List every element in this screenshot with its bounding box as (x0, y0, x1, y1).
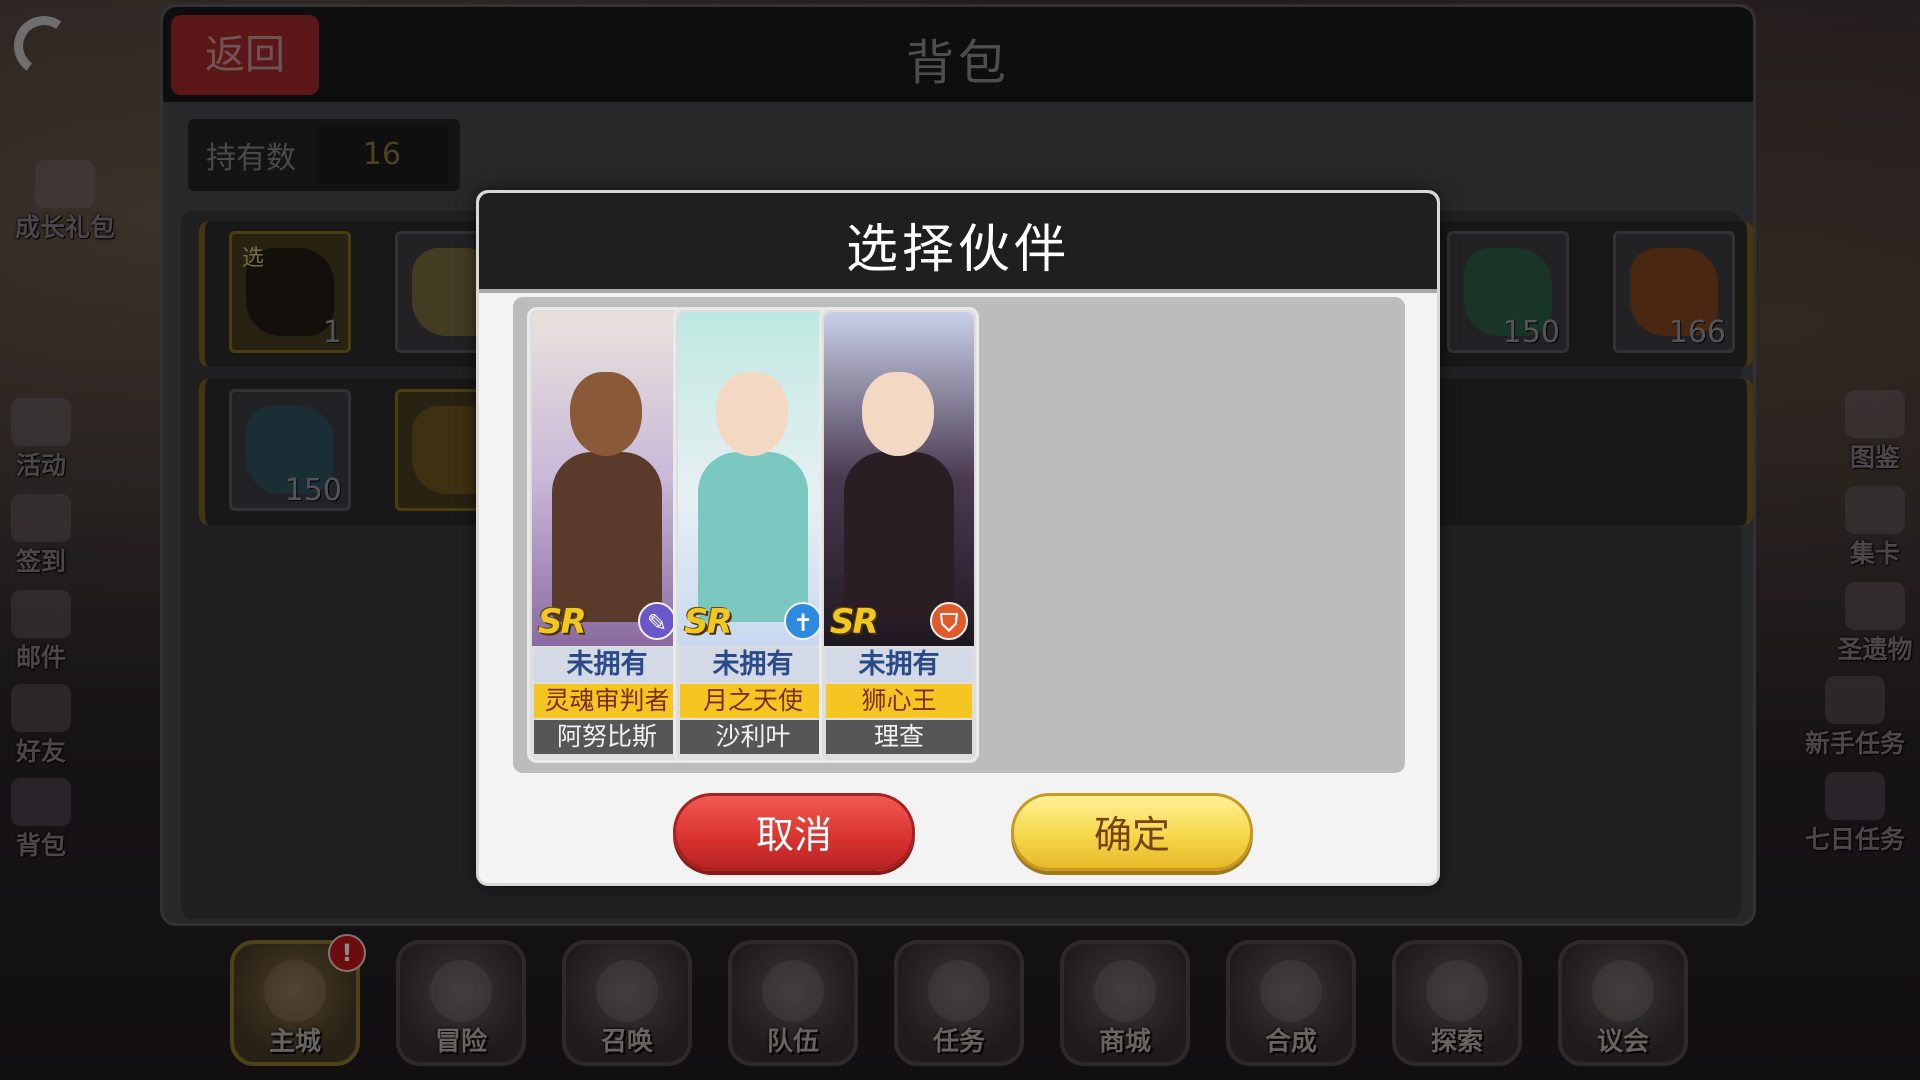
select-partner-dialog: 选择伙伴 SR ✎ 未拥有 灵魂审判者 阿努比斯 SR ✝ 未拥有 月之天使 沙… (476, 190, 1440, 886)
partner-name: 理查 (826, 720, 972, 754)
partner-name: 沙利叶 (680, 720, 826, 754)
rarity-badge: SR (538, 602, 587, 642)
owned-status: 未拥有 (826, 648, 972, 682)
dialog-header: 选择伙伴 (479, 193, 1437, 293)
partner-name: 阿努比斯 (534, 720, 680, 754)
partner-card[interactable]: SR ⛉ 未拥有 狮心王 理查 (819, 307, 979, 763)
partner-title: 灵魂审判者 (534, 684, 680, 718)
portrait-face (570, 372, 642, 456)
portrait-body (844, 452, 954, 622)
partner-portrait: SR ✎ (532, 312, 682, 646)
partner-card[interactable]: SR ✎ 未拥有 灵魂审判者 阿努比斯 (527, 307, 687, 763)
rarity-badge: SR (684, 602, 733, 642)
cancel-button[interactable]: 取消 (673, 793, 915, 871)
partner-card[interactable]: SR ✝ 未拥有 月之天使 沙利叶 (673, 307, 833, 763)
partner-title: 月之天使 (680, 684, 826, 718)
portrait-face (862, 372, 934, 456)
partner-portrait: SR ⛉ (824, 312, 974, 646)
partner-title: 狮心王 (826, 684, 972, 718)
dialog-title: 选择伙伴 (845, 220, 1070, 280)
feather-icon: ✎ (638, 602, 676, 640)
owned-status: 未拥有 (680, 648, 826, 682)
confirm-button[interactable]: 确定 (1011, 793, 1253, 871)
shield-icon: ⛉ (930, 602, 968, 640)
partner-card-list: SR ✎ 未拥有 灵魂审判者 阿努比斯 SR ✝ 未拥有 月之天使 沙利叶 SR… (513, 297, 1405, 773)
portrait-face (716, 372, 788, 456)
partner-portrait: SR ✝ (678, 312, 828, 646)
rarity-badge: SR (830, 602, 879, 642)
portrait-body (698, 452, 808, 622)
portrait-body (552, 452, 662, 622)
owned-status: 未拥有 (534, 648, 680, 682)
cross-icon: ✝ (784, 602, 822, 640)
